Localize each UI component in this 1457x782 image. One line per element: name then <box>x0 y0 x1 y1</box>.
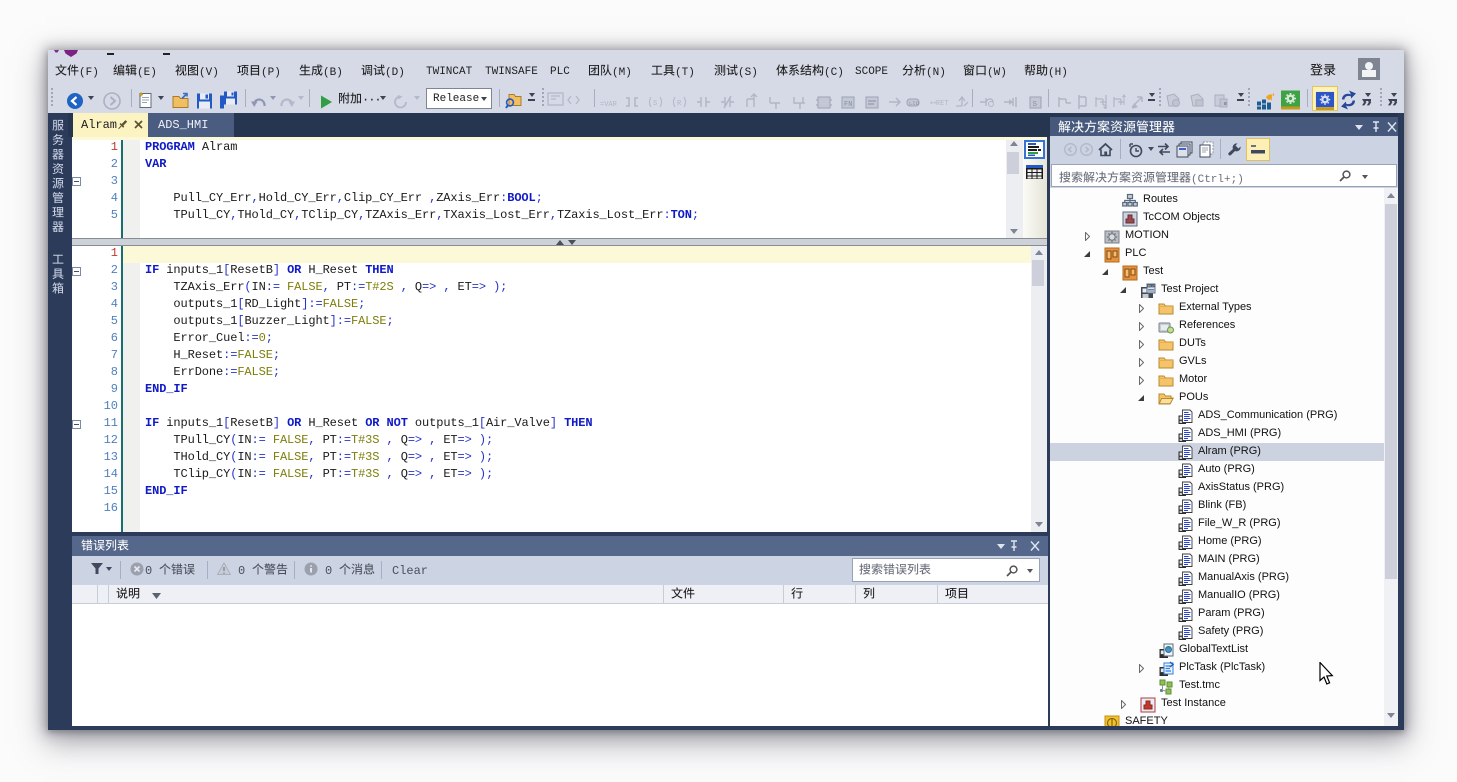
svg-text:=VAR: =VAR <box>600 101 618 109</box>
svg-text:↤RET: ↤RET <box>930 100 948 108</box>
svg-text:FN: FN <box>844 101 852 109</box>
svg-text:LID: LID <box>909 100 920 107</box>
svg-text:S: S <box>653 100 657 108</box>
svg-text:S: S <box>1033 101 1038 109</box>
svg-text:R: R <box>677 100 682 108</box>
svg-text:PLC: PLC <box>1148 284 1155 288</box>
